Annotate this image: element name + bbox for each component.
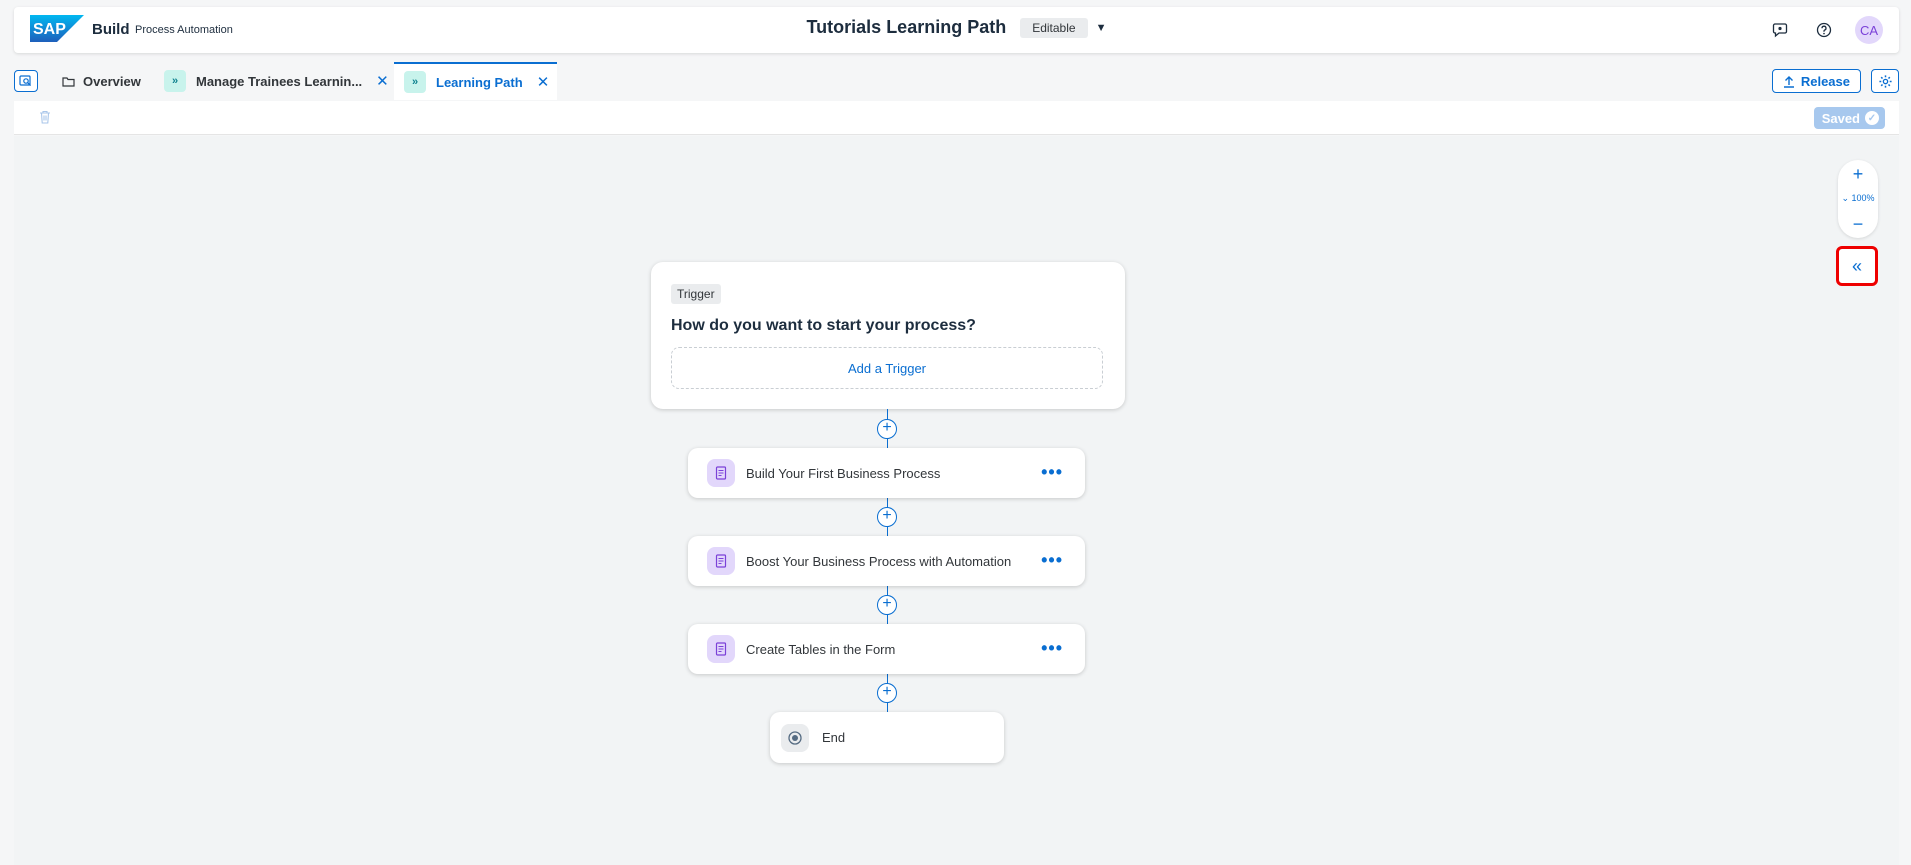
folder-icon xyxy=(62,76,75,87)
add-step-button[interactable]: + xyxy=(877,683,897,703)
release-button[interactable]: Release xyxy=(1771,69,1861,93)
process-icon: » xyxy=(164,70,186,92)
add-step-button[interactable]: + xyxy=(877,419,897,439)
saved-button[interactable]: Saved ✓ xyxy=(1813,107,1885,129)
page-title: Tutorials Learning Path xyxy=(806,17,1007,37)
zoom-level[interactable]: ⌄ 100% xyxy=(1838,193,1878,204)
close-icon[interactable]: ✕ xyxy=(376,72,389,90)
more-options-icon[interactable]: ••• xyxy=(1041,462,1063,483)
zoom-in-button[interactable]: + xyxy=(1838,164,1878,185)
step-card[interactable]: Build Your First Business Process ••• xyxy=(688,448,1085,498)
gear-icon xyxy=(1878,74,1892,88)
double-chevron-left-icon: « xyxy=(1851,255,1862,276)
step-label: Boost Your Business Process with Automat… xyxy=(746,553,1012,569)
add-trigger-button[interactable]: Add a Trigger xyxy=(671,347,1103,389)
form-icon xyxy=(707,635,735,663)
trigger-tag: Trigger xyxy=(671,284,721,304)
editor-toolbar: Saved ✓ xyxy=(14,101,1899,135)
tab-label: Overview xyxy=(83,73,141,89)
avatar[interactable]: CA xyxy=(1855,16,1883,44)
shell-actions: CA xyxy=(1767,16,1883,44)
step-card[interactable]: Boost Your Business Process with Automat… xyxy=(688,536,1085,586)
trigger-card: Trigger How do you want to start your pr… xyxy=(651,262,1125,409)
more-options-icon[interactable]: ••• xyxy=(1041,638,1063,659)
tab-learning-path[interactable]: » Learning Path ✕ xyxy=(394,62,558,100)
form-icon xyxy=(707,547,735,575)
shell-title-area: Tutorials Learning Path Editable ▼ xyxy=(14,17,1899,38)
zoom-out-button[interactable]: − xyxy=(1838,214,1878,235)
search-icon xyxy=(19,75,32,87)
upload-icon xyxy=(1783,75,1794,88)
zoom-control: + ⌄ 100% − xyxy=(1838,160,1878,238)
help-icon[interactable] xyxy=(1811,17,1837,43)
process-icon: » xyxy=(404,71,426,93)
search-artifacts-button[interactable] xyxy=(14,70,38,92)
close-icon[interactable]: ✕ xyxy=(537,73,550,91)
tab-label: Manage Trainees Learnin... xyxy=(196,73,363,89)
tab-overview[interactable]: Overview xyxy=(62,62,141,100)
status-badge: Editable xyxy=(1020,17,1088,38)
release-label: Release xyxy=(1800,73,1850,89)
tab-label: Learning Path xyxy=(436,74,523,90)
stop-icon xyxy=(781,723,809,752)
shell-bar: SAP Build Process Automation Tutorials L… xyxy=(14,7,1899,53)
saved-label: Saved xyxy=(1821,110,1860,126)
version-dropdown-icon[interactable]: ▼ xyxy=(1096,22,1107,34)
add-step-button[interactable]: + xyxy=(877,507,897,527)
step-label: Create Tables in the Form xyxy=(746,641,896,657)
form-icon xyxy=(707,459,735,487)
tab-bar: Overview » Manage Trainees Learnin... ✕ … xyxy=(14,62,1899,100)
trigger-question: How do you want to start your process? xyxy=(671,317,976,334)
delete-icon[interactable] xyxy=(39,110,51,129)
add-step-button[interactable]: + xyxy=(877,595,897,615)
chevron-down-icon: ⌄ xyxy=(1841,193,1852,203)
step-label: Build Your First Business Process xyxy=(746,465,941,481)
check-icon: ✓ xyxy=(1865,111,1879,125)
end-card[interactable]: End xyxy=(770,712,1004,763)
more-options-icon[interactable]: ••• xyxy=(1041,550,1063,571)
step-card[interactable]: Create Tables in the Form ••• xyxy=(688,624,1085,674)
zoom-level-value: 100% xyxy=(1851,193,1875,203)
expand-panel-button[interactable]: « xyxy=(1836,246,1878,286)
end-label: End xyxy=(822,730,846,745)
feedback-icon[interactable] xyxy=(1767,17,1793,43)
settings-button[interactable] xyxy=(1871,69,1899,93)
tab-manage-trainees[interactable]: » Manage Trainees Learnin... ✕ xyxy=(164,62,389,100)
